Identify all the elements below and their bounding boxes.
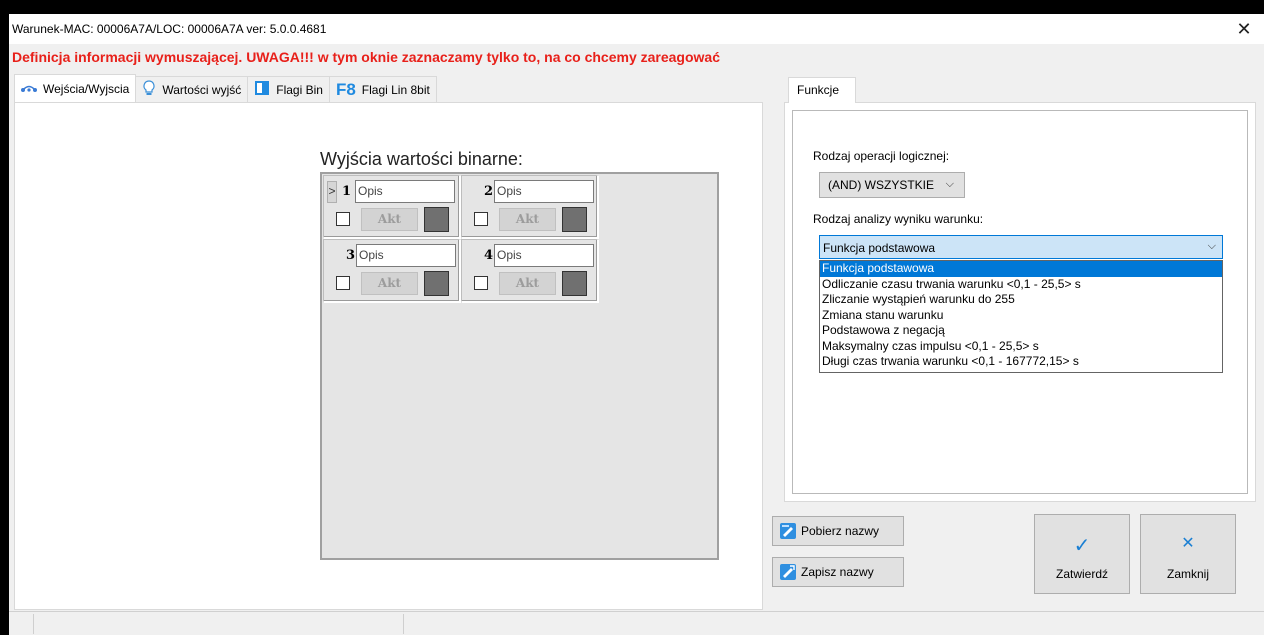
dropdown-option[interactable]: Odliczanie czasu trwania warunku <0,1 - …	[820, 277, 1222, 293]
window-title: Warunek-MAC: 00006A7A/LOC: 00006A7A ver:…	[12, 22, 327, 36]
dropdown-option[interactable]: Maksymalny czas impulsu <0,1 - 25,5> s	[820, 339, 1222, 355]
output-number: 4	[484, 248, 494, 263]
output-checkbox[interactable]	[336, 276, 350, 290]
save-names-button[interactable]: Zapisz nazwy	[772, 557, 904, 587]
output-cell-1: > 1 Opis Akt	[323, 175, 460, 238]
expand-chevron-icon[interactable]: >	[327, 181, 337, 203]
output-checkbox[interactable]	[474, 212, 488, 226]
tab-flagi-lin-8bit[interactable]: F8 Flagi Lin 8bit	[328, 76, 437, 102]
output-state-indicator	[424, 271, 449, 296]
title-bar: Warunek-MAC: 00006A7A/LOC: 00006A7A ver:…	[9, 14, 1264, 44]
close-button[interactable]: ✕ Zamknij	[1140, 514, 1236, 594]
akt-button[interactable]: Akt	[499, 208, 556, 231]
tab-wartosci-wyjsc[interactable]: Wartości wyjść	[135, 76, 249, 102]
fetch-names-label: Pobierz nazwy	[801, 524, 880, 538]
analysis-type-label: Rodzaj analizy wyniku warunku:	[813, 212, 984, 226]
tab-flagi-bin[interactable]: Flagi Bin	[247, 76, 330, 102]
dropdown-option[interactable]: Funkcja podstawowa	[820, 261, 1222, 277]
flag-bin-icon	[254, 80, 270, 99]
outputs-title: Wyjścia wartości binarne:	[320, 149, 523, 169]
logic-operation-select[interactable]: (AND) WSZYSTKIE ⌵	[819, 172, 965, 198]
save-names-label: Zapisz nazwy	[801, 565, 874, 579]
output-cell-2: 2 Opis Akt	[461, 175, 598, 238]
outputs-grid: > 1 Opis Akt 2 Opis Akt 3 Opis Akt 4 Opi…	[320, 172, 719, 560]
chevron-down-icon: ⌵	[945, 178, 954, 190]
analysis-type-dropdown-list: Funkcja podstawowa Odliczanie czasu trwa…	[819, 260, 1223, 373]
left-panel: Wyjścia wartości binarne: > 1 Opis Akt 2…	[14, 102, 763, 610]
status-separator	[33, 614, 34, 634]
bulb-icon	[142, 80, 156, 99]
checkmark-icon: ✓	[1073, 535, 1091, 557]
output-cell-4: 4 Opis Akt	[461, 239, 598, 302]
output-state-indicator	[562, 271, 587, 296]
tab-wejscia-wyjscia[interactable]: Wejścia/Wyjscia	[14, 74, 137, 102]
output-state-indicator	[562, 207, 587, 232]
confirm-label: Zatwierdź	[1055, 567, 1108, 581]
akt-button[interactable]: Akt	[361, 208, 418, 231]
output-cell-3: 3 Opis Akt	[323, 239, 460, 302]
logic-operation-value: (AND) WSZYSTKIE	[828, 178, 935, 192]
chevron-down-icon: ⌵	[1207, 240, 1216, 252]
dialog-window: Warunek-MAC: 00006A7A/LOC: 00006A7A ver:…	[9, 14, 1264, 635]
confirm-button[interactable]: ✓ Zatwierdź	[1034, 514, 1130, 594]
close-icon[interactable]: ✕	[1232, 18, 1256, 40]
io-icon	[21, 82, 37, 96]
output-description-field[interactable]: Opis	[494, 180, 594, 203]
dropdown-option[interactable]: Zmiana stanu warunku	[820, 308, 1222, 324]
analysis-type-select[interactable]: Funkcja podstawowa ⌵	[819, 235, 1223, 259]
dropdown-option[interactable]: Zliczanie wystąpień warunku do 255	[820, 292, 1222, 308]
close-icon: ✕	[1181, 535, 1195, 552]
output-number: 3	[346, 248, 356, 263]
output-checkbox[interactable]	[474, 276, 488, 290]
akt-button[interactable]: Akt	[499, 272, 556, 295]
status-bar	[9, 611, 1264, 635]
f8-icon: F8	[335, 79, 356, 99]
tab-funkcje[interactable]: Funkcje	[788, 77, 856, 103]
close-label: Zamknij	[1166, 567, 1209, 581]
tab-label: Wartości wyjść	[162, 82, 242, 97]
fetch-names-icon	[779, 522, 797, 540]
output-description-field[interactable]: Opis	[355, 180, 455, 203]
tab-label: Flagi Bin	[276, 82, 323, 97]
tab-label: Flagi Lin 8bit	[361, 82, 430, 97]
tab-label: Wejścia/Wyjscia	[43, 81, 130, 96]
output-description-field[interactable]: Opis	[494, 244, 594, 267]
analysis-type-value: Funkcja podstawowa	[823, 241, 936, 255]
status-separator	[403, 614, 404, 634]
output-state-indicator	[424, 207, 449, 232]
fetch-names-button[interactable]: Pobierz nazwy	[772, 516, 904, 546]
output-number: 1	[342, 184, 352, 199]
output-description-field[interactable]: Opis	[356, 244, 456, 267]
dropdown-option[interactable]: Podstawowa z negacją	[820, 323, 1222, 339]
dropdown-option[interactable]: Długi czas trwania warunku <0,1 - 167772…	[820, 354, 1222, 370]
akt-button[interactable]: Akt	[361, 272, 418, 295]
left-tab-strip: Wejścia/Wyjscia Wartości wyjść Flagi Bin…	[14, 74, 437, 102]
save-names-icon	[779, 563, 797, 581]
output-number: 2	[484, 184, 494, 199]
output-checkbox[interactable]	[336, 212, 350, 226]
logic-operation-label: Rodzaj operacji logicznej:	[813, 149, 950, 163]
warning-message: Definicja informacji wymuszającej. UWAGA…	[12, 49, 720, 65]
